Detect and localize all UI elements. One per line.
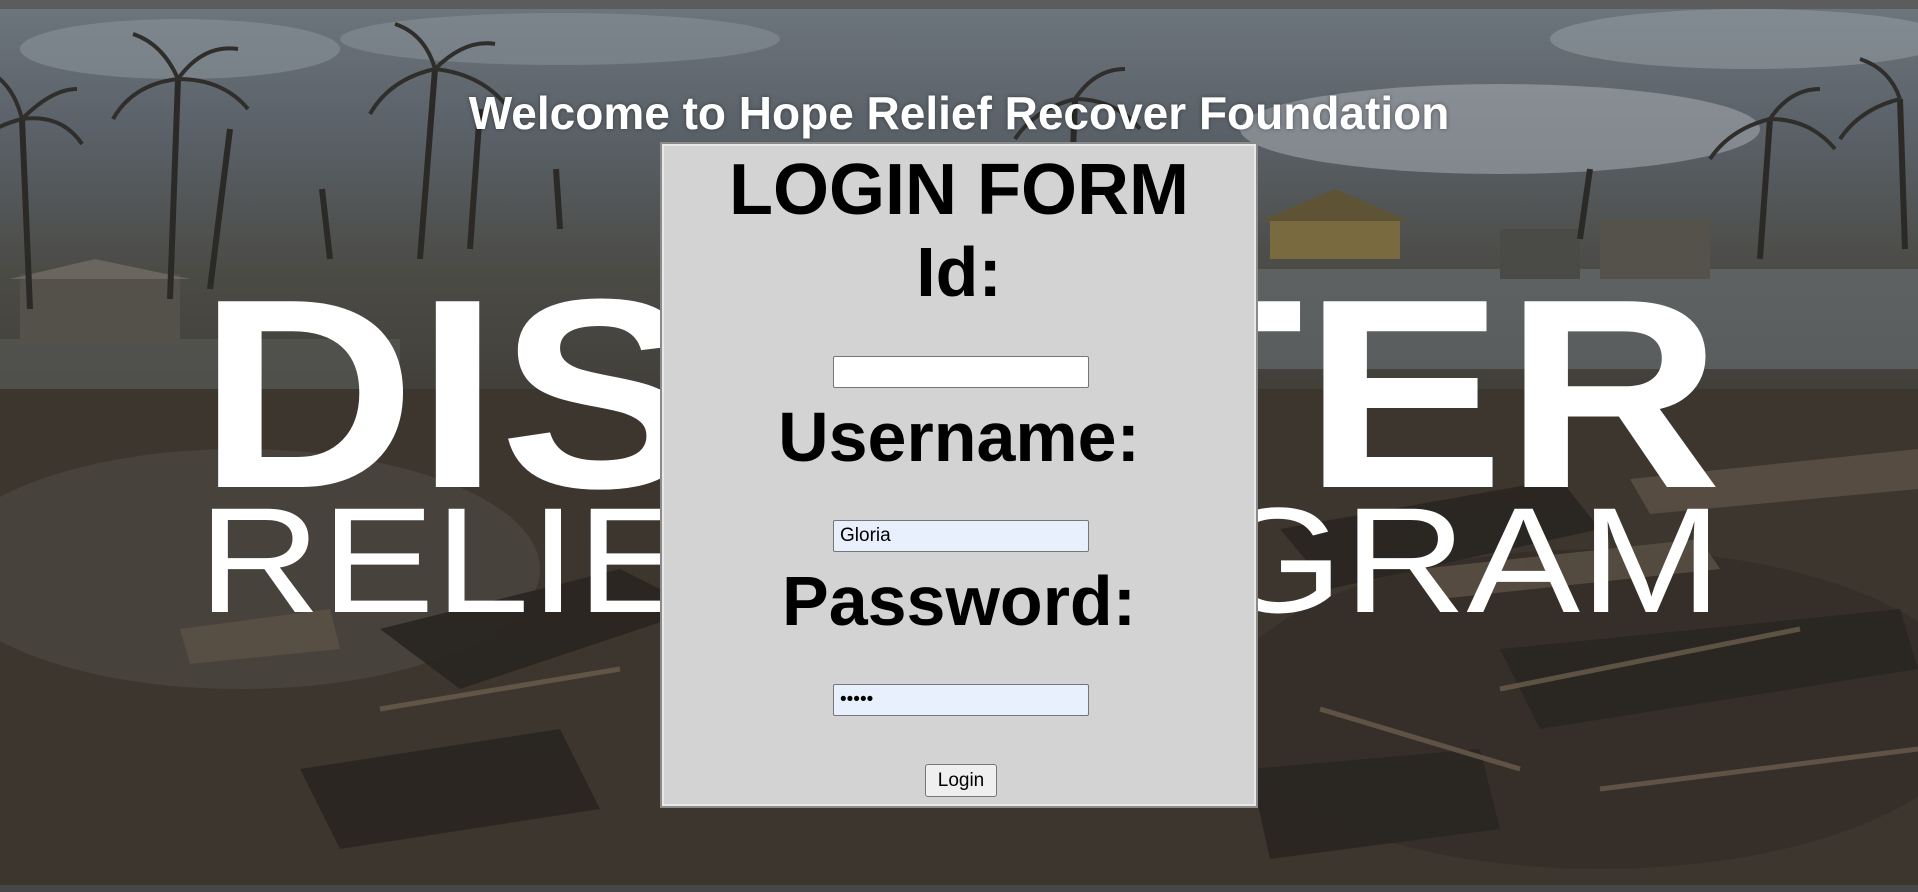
password-input[interactable] xyxy=(833,684,1089,716)
password-label: Password: xyxy=(782,562,1136,640)
login-form: LOGIN FORM Id: Username: Password: Login xyxy=(660,142,1258,808)
browser-top-edge xyxy=(0,0,1918,9)
id-label: Id: xyxy=(916,233,1002,311)
login-form-title: LOGIN FORM xyxy=(729,150,1189,230)
username-label: Username: xyxy=(778,398,1140,476)
welcome-title: Welcome to Hope Relief Recover Foundatio… xyxy=(468,87,1450,139)
id-input[interactable] xyxy=(833,356,1089,388)
browser-bottom-edge xyxy=(0,885,1918,892)
login-button[interactable]: Login xyxy=(925,764,997,797)
username-input[interactable] xyxy=(833,520,1089,552)
